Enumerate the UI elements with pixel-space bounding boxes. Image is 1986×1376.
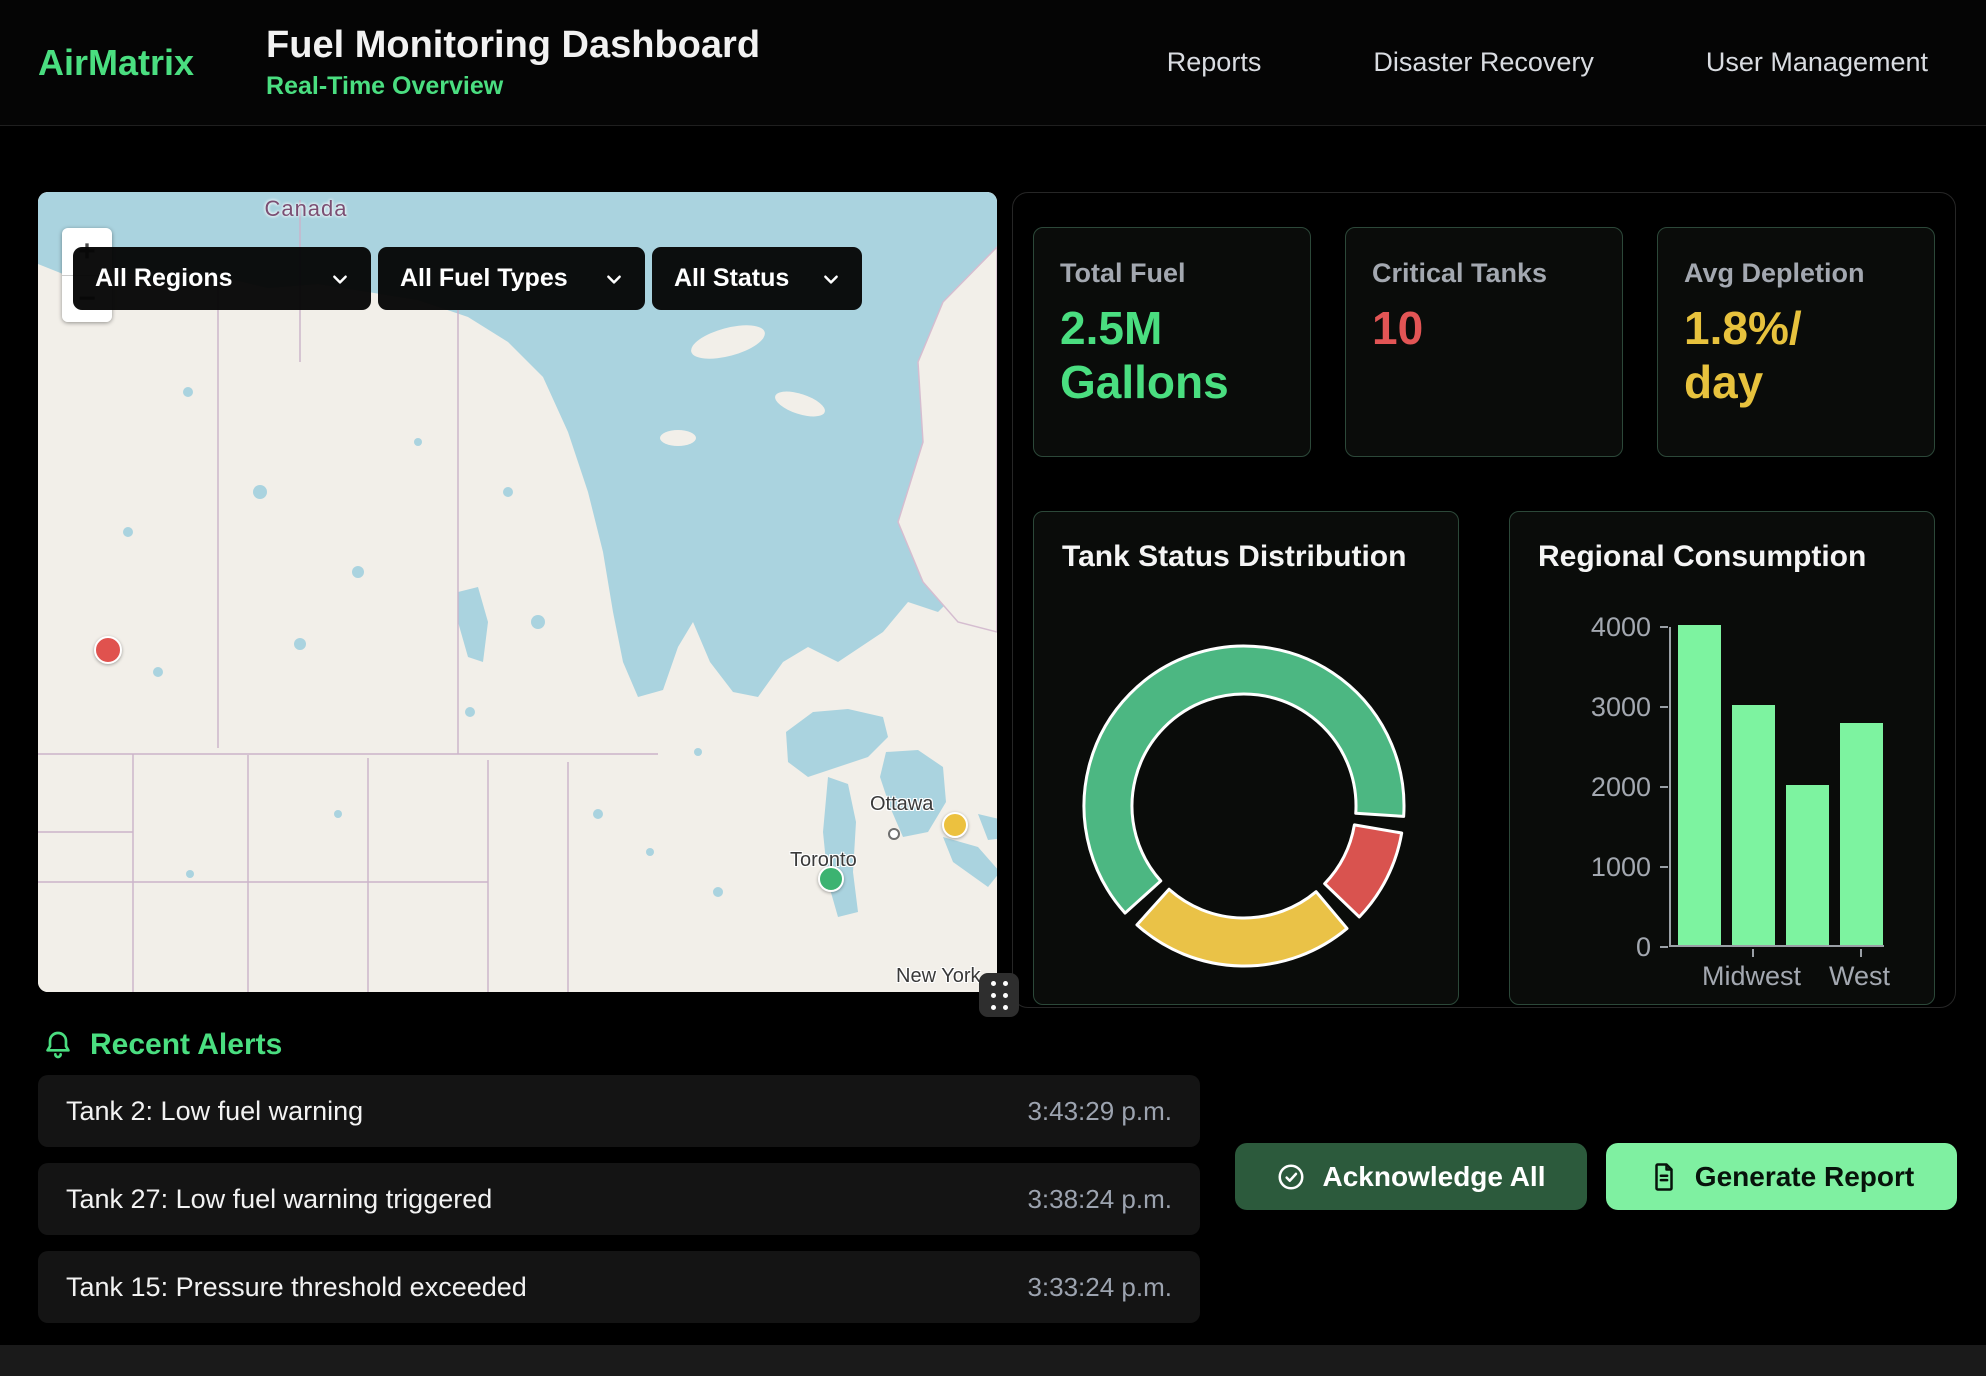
- alert-row[interactable]: Tank 15: Pressure threshold exceeded 3:3…: [38, 1251, 1200, 1323]
- stat-card-critical-tanks: Critical Tanks 10: [1345, 227, 1623, 457]
- status-filter-value: All Status: [674, 264, 789, 293]
- y-axis-tick: [1660, 706, 1668, 708]
- charts-row: Tank Status Distribution Regional Consum…: [1033, 511, 1935, 1005]
- stat-value: 1.8%/ day: [1684, 301, 1908, 410]
- regional-consumption-chart-card: Regional Consumption 01000200030004000Mi…: [1509, 511, 1935, 1005]
- recent-alerts-header: Recent Alerts: [42, 1028, 282, 1062]
- x-axis-tick-label: Midwest: [1702, 961, 1801, 992]
- page-subtitle: Real-Time Overview: [266, 72, 760, 101]
- chart-title: Tank Status Distribution: [1062, 540, 1430, 574]
- document-icon: [1649, 1162, 1679, 1192]
- stats-row: Total Fuel 2.5M Gallons Critical Tanks 1…: [1033, 227, 1935, 457]
- map-panel: Canada Ottawa Toronto New York + − All R…: [38, 192, 997, 992]
- y-axis-tick-label: 0: [1510, 932, 1651, 963]
- tank-marker-normal[interactable]: [818, 866, 844, 892]
- page-title: Fuel Monitoring Dashboard: [266, 24, 760, 67]
- acknowledge-all-button[interactable]: Acknowledge All: [1235, 1143, 1587, 1210]
- regional-consumption-bar-chart: 0 1000 2000 3000 4000 Midwest West: [1510, 512, 1934, 1004]
- bar-2: [1786, 785, 1829, 945]
- y-axis-tick: [1660, 866, 1668, 868]
- chevron-down-icon: [605, 270, 623, 288]
- check-circle-icon: [1276, 1162, 1306, 1192]
- title-block: Fuel Monitoring Dashboard Real-Time Over…: [266, 24, 760, 101]
- stat-value: 2.5M Gallons: [1060, 301, 1284, 410]
- brand-logo: AirMatrix: [38, 42, 194, 84]
- bar-1: [1732, 705, 1775, 945]
- y-axis-tick: [1660, 946, 1668, 948]
- nav-disaster-recovery[interactable]: Disaster Recovery: [1373, 47, 1594, 78]
- alert-text: Tank 2: Low fuel warning: [66, 1096, 363, 1127]
- tank-marker-warning[interactable]: [942, 812, 968, 838]
- tank-status-chart-card: Tank Status Distribution: [1033, 511, 1459, 1005]
- stat-label: Critical Tanks: [1372, 258, 1596, 289]
- alert-row[interactable]: Tank 2: Low fuel warning 3:43:29 p.m.: [38, 1075, 1200, 1147]
- alert-text: Tank 15: Pressure threshold exceeded: [66, 1272, 527, 1303]
- map-canvas[interactable]: [38, 192, 997, 992]
- map-filters: All Regions All Fuel Types All Status: [73, 247, 862, 310]
- map-resize-handle[interactable]: [979, 973, 1019, 1017]
- app-header: AirMatrix Fuel Monitoring Dashboard Real…: [0, 0, 1986, 126]
- dashboard-right-panel: Total Fuel 2.5M Gallons Critical Tanks 1…: [1012, 192, 1956, 1008]
- alert-text: Tank 27: Low fuel warning triggered: [66, 1184, 492, 1215]
- fuel-type-filter-select[interactable]: All Fuel Types: [378, 247, 645, 310]
- chevron-down-icon: [331, 270, 349, 288]
- stat-label: Avg Depletion: [1684, 258, 1908, 289]
- y-axis-tick-label: 1000: [1510, 852, 1651, 883]
- region-filter-select[interactable]: All Regions: [73, 247, 371, 310]
- generate-report-label: Generate Report: [1695, 1161, 1914, 1193]
- bar-0: [1678, 625, 1721, 945]
- recent-alerts-title: Recent Alerts: [90, 1028, 282, 1062]
- stat-label: Total Fuel: [1060, 258, 1284, 289]
- map-country-label: Canada: [246, 196, 366, 222]
- y-axis-tick-label: 4000: [1510, 612, 1651, 643]
- chevron-down-icon: [822, 270, 840, 288]
- x-axis-tick: [1752, 949, 1754, 957]
- donut-segment-warning: [1137, 889, 1347, 966]
- x-axis-tick-label: West: [1829, 961, 1890, 992]
- alert-time: 3:43:29 p.m.: [1027, 1096, 1172, 1127]
- region-filter-value: All Regions: [95, 264, 233, 293]
- alert-row[interactable]: Tank 27: Low fuel warning triggered 3:38…: [38, 1163, 1200, 1235]
- stat-card-avg-depletion: Avg Depletion 1.8%/ day: [1657, 227, 1935, 457]
- tank-marker-critical[interactable]: [94, 636, 122, 664]
- footer-bar: [0, 1345, 1986, 1376]
- y-axis-tick-label: 2000: [1510, 772, 1651, 803]
- y-axis-tick-label: 3000: [1510, 692, 1651, 723]
- tank-status-donut-chart: [1034, 574, 1455, 984]
- alert-time: 3:38:24 p.m.: [1027, 1184, 1172, 1215]
- nav-reports[interactable]: Reports: [1167, 47, 1262, 78]
- stat-card-total-fuel: Total Fuel 2.5M Gallons: [1033, 227, 1311, 457]
- map-city-ottawa: Ottawa: [870, 793, 933, 816]
- bar-plot-area: [1669, 627, 1884, 947]
- bar-3: [1840, 723, 1883, 945]
- ottawa-town-icon: [888, 828, 900, 840]
- y-axis-tick: [1660, 786, 1668, 788]
- acknowledge-all-label: Acknowledge All: [1322, 1161, 1545, 1193]
- alert-time: 3:33:24 p.m.: [1027, 1272, 1172, 1303]
- donut-segment-critical: [1325, 825, 1402, 917]
- main-nav: Reports Disaster Recovery User Managemen…: [1167, 47, 1986, 78]
- map-city-newyork: New York: [896, 965, 981, 988]
- y-axis-tick: [1660, 626, 1668, 628]
- x-axis-tick: [1860, 949, 1862, 957]
- status-filter-select[interactable]: All Status: [652, 247, 862, 310]
- fuel-type-filter-value: All Fuel Types: [400, 264, 568, 293]
- generate-report-button[interactable]: Generate Report: [1606, 1143, 1957, 1210]
- nav-user-management[interactable]: User Management: [1706, 47, 1928, 78]
- bell-icon: [42, 1028, 74, 1062]
- stat-value: 10: [1372, 301, 1596, 355]
